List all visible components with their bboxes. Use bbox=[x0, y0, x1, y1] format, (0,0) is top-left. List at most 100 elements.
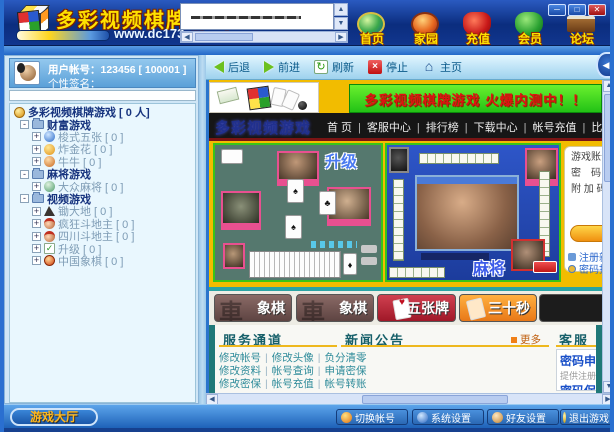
switch-account-button[interactable]: 切换帐号 bbox=[336, 409, 408, 425]
tree-item-zhajinhua[interactable]: 炸金花 [ 0 ] bbox=[32, 143, 195, 155]
switch-account-label: 切换帐号 bbox=[355, 410, 395, 425]
chat-emoticon-row bbox=[311, 241, 357, 248]
user-info-bar: 用户帐号：123456 [ 100001 ] 个性签名： bbox=[9, 58, 196, 88]
support-box[interactable]: 密码申诉 提供注册 密码保护 bbox=[556, 349, 596, 391]
support-item-title: 密码申诉 bbox=[560, 352, 596, 369]
refresh-icon bbox=[314, 60, 328, 74]
titlebar: 多彩视频棋牌游戏 www.dc173.com ▲ ▼ ◀ ▶ 首页 家园 充值 bbox=[0, 0, 614, 46]
tree-expand-toggle[interactable] bbox=[32, 256, 41, 265]
upgrade-game-screenshot[interactable]: 升级 ♠ ♣ ♠ ♦ bbox=[213, 143, 383, 282]
forward-label: 前进 bbox=[278, 59, 300, 75]
tree-expand-toggle[interactable] bbox=[32, 182, 41, 191]
tree-collapse-toggle[interactable] bbox=[20, 194, 29, 203]
navbar-underline bbox=[209, 138, 602, 141]
maximize-button[interactable]: □ bbox=[568, 4, 586, 16]
login-password-label: 密 码 bbox=[571, 167, 602, 183]
exit-game-button[interactable]: 退出游戏 bbox=[560, 409, 612, 425]
vertical-scrollbar-thumb[interactable] bbox=[604, 94, 614, 182]
tree-expand-toggle[interactable] bbox=[32, 157, 41, 166]
topnav-home[interactable]: 首页 bbox=[346, 4, 398, 44]
login-submit-button[interactable] bbox=[570, 225, 602, 242]
tree-expand-toggle[interactable] bbox=[32, 132, 41, 141]
service-link[interactable]: 帐号转账 bbox=[314, 378, 367, 390]
mahjong-tile-graphic bbox=[217, 87, 240, 104]
game-hall-button[interactable]: 游戏大厅 bbox=[10, 408, 98, 426]
panel-splitter[interactable] bbox=[199, 55, 206, 404]
scroll-up-button[interactable]: ▲ bbox=[603, 80, 614, 92]
login-account-label: 游戏账号 bbox=[571, 151, 602, 167]
service-links-row: 修改密保帐号充值帐号转账 bbox=[219, 376, 366, 391]
support-item-title: 密码保护 bbox=[560, 382, 596, 391]
person-icon bbox=[568, 253, 576, 261]
marquee-scrollbar-thumb[interactable] bbox=[195, 33, 253, 41]
scroll-down-button[interactable]: ▼ bbox=[603, 381, 614, 393]
doudizhu-boy-icon bbox=[44, 231, 55, 242]
marquee-scroll-left-button[interactable]: ◀ bbox=[181, 32, 193, 42]
login-captcha-label: 附 加 码 bbox=[571, 183, 602, 199]
mahjong-game-screenshot[interactable]: 麻将 bbox=[385, 143, 561, 282]
signature-box[interactable] bbox=[9, 90, 196, 101]
tree-expand-toggle[interactable] bbox=[32, 219, 41, 228]
menu-matches[interactable]: 比赛中心 bbox=[577, 122, 603, 134]
tree-item-chinese-chess[interactable]: 中国象棋 [ 0 ] bbox=[32, 255, 195, 267]
marquee-horizontal-scrollbar[interactable]: ◀ ▶ bbox=[180, 31, 348, 43]
tree-expand-toggle[interactable] bbox=[32, 244, 41, 253]
big-two-game-icon bbox=[44, 206, 55, 216]
home-button[interactable]: 主页 bbox=[422, 59, 462, 75]
home-label: 主页 bbox=[440, 59, 462, 75]
topnav-homeland[interactable]: 家园 bbox=[400, 4, 452, 44]
refresh-button[interactable]: 刷新 bbox=[314, 59, 354, 75]
stop-icon bbox=[368, 60, 382, 74]
tree-item-sichuan-doudizhu[interactable]: 四川斗地主 [ 0 ] bbox=[32, 230, 195, 242]
password-recover-link[interactable]: 密码找回 bbox=[568, 261, 602, 276]
horizontal-scrollbar-thumb[interactable] bbox=[362, 395, 508, 404]
friends-icon bbox=[492, 412, 503, 423]
hand-card-fan bbox=[249, 251, 341, 278]
forward-button[interactable]: 前进 bbox=[264, 59, 300, 75]
home-house-icon bbox=[422, 60, 436, 74]
logo-gradient-strip bbox=[16, 30, 110, 41]
tree-collapse-toggle[interactable] bbox=[20, 120, 29, 129]
menu-download[interactable]: 下载中心 bbox=[459, 122, 518, 134]
menu-ranking[interactable]: 排行榜 bbox=[411, 122, 459, 134]
tree-expand-toggle[interactable] bbox=[32, 145, 41, 154]
menu-home[interactable]: 首 页 bbox=[327, 122, 352, 134]
friend-settings-button[interactable]: 好友设置 bbox=[487, 409, 559, 425]
banner-label: 象棋 bbox=[339, 298, 367, 318]
five-cards-game-icon bbox=[44, 131, 55, 142]
chess-character-graphic: 車 bbox=[219, 294, 243, 322]
played-card: ♠ bbox=[287, 179, 304, 203]
tree-expand-toggle[interactable] bbox=[32, 232, 41, 241]
menu-support[interactable]: 客服中心 bbox=[352, 122, 411, 134]
banner-xiangqi-2[interactable]: 車 象棋 bbox=[296, 294, 374, 322]
service-link[interactable]: 帐号充值 bbox=[261, 378, 314, 390]
news-more-link[interactable]: 更多 bbox=[511, 332, 541, 347]
close-button[interactable]: ✕ bbox=[588, 4, 606, 16]
tree-item-five-cards[interactable]: 梭式五张 [ 0 ] bbox=[32, 131, 195, 143]
tree-root[interactable]: 多彩视频棋牌游戏 [ 0 人] bbox=[14, 106, 195, 118]
promo-banner[interactable]: 多彩视频棋牌游戏 火爆内测中！！ bbox=[349, 84, 602, 113]
tree-expand-toggle[interactable] bbox=[32, 207, 41, 216]
collapse-sidebar-button[interactable] bbox=[596, 52, 614, 78]
banner-five-cards[interactable]: ♥ 五张牌 bbox=[377, 294, 456, 322]
service-link[interactable]: 修改密保 bbox=[219, 378, 261, 390]
minimize-button[interactable]: ─ bbox=[548, 4, 566, 16]
stop-button[interactable]: 停止 bbox=[368, 59, 408, 75]
tree-collapse-toggle[interactable] bbox=[20, 170, 29, 179]
topnav-recharge[interactable]: 充值 bbox=[452, 4, 504, 44]
page-horizontal-scrollbar[interactable]: ◀ ▶ bbox=[206, 393, 614, 404]
page-vertical-scrollbar[interactable]: ▲ ▼ bbox=[602, 80, 614, 393]
system-settings-button[interactable]: 系统设置 bbox=[412, 409, 484, 425]
back-button[interactable]: 后退 bbox=[214, 59, 250, 75]
announcement-marquee[interactable] bbox=[180, 3, 334, 30]
chess-character-graphic: 車 bbox=[301, 294, 325, 322]
banner-thirty-seconds[interactable]: 三十秒 bbox=[459, 294, 537, 322]
banner-xiangqi-1[interactable]: 車 象棋 bbox=[214, 294, 292, 322]
side-card: ♦ bbox=[343, 253, 357, 275]
back-arrow-icon bbox=[214, 61, 224, 73]
menu-recharge[interactable]: 帐号充值 bbox=[518, 122, 577, 134]
login-panel: 游戏账号 密 码 附 加 码 注册新用户 密码找回 bbox=[564, 146, 602, 272]
site-banner-logo[interactable] bbox=[209, 82, 319, 113]
avatar[interactable] bbox=[14, 61, 40, 85]
banner-empty[interactable] bbox=[539, 294, 602, 322]
